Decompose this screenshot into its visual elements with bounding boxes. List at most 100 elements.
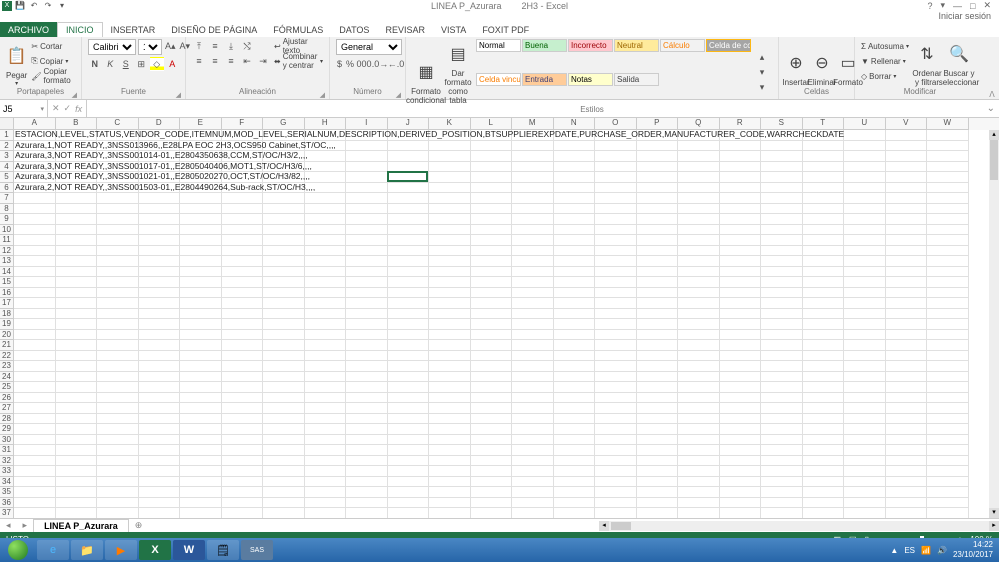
cell[interactable] xyxy=(678,172,720,183)
cell[interactable] xyxy=(139,508,181,518)
cell[interactable] xyxy=(263,393,305,404)
cut-button[interactable]: ✂Cortar xyxy=(31,39,75,53)
cell[interactable] xyxy=(471,151,513,162)
cell[interactable] xyxy=(263,267,305,278)
cell[interactable] xyxy=(222,225,264,236)
cell[interactable] xyxy=(637,351,679,362)
cell[interactable] xyxy=(512,288,554,299)
cell[interactable] xyxy=(388,403,430,414)
cell[interactable] xyxy=(56,487,98,498)
cell[interactable] xyxy=(761,487,803,498)
font-color-button[interactable]: A xyxy=(166,57,180,71)
cell[interactable] xyxy=(388,256,430,267)
cell[interactable] xyxy=(637,235,679,246)
cell[interactable] xyxy=(305,319,347,330)
row-header[interactable]: 20 xyxy=(0,330,14,341)
cell[interactable] xyxy=(97,309,139,320)
cell[interactable] xyxy=(346,424,388,435)
cell[interactable] xyxy=(56,498,98,509)
cell[interactable] xyxy=(512,151,554,162)
cell[interactable] xyxy=(803,288,845,299)
cell[interactable] xyxy=(844,424,886,435)
cell[interactable] xyxy=(720,508,762,518)
cell[interactable] xyxy=(14,487,56,498)
cell[interactable] xyxy=(139,393,181,404)
cell[interactable] xyxy=(637,298,679,309)
cell[interactable] xyxy=(761,372,803,383)
cell[interactable] xyxy=(844,214,886,225)
taskbar-explorer-icon[interactable]: 📁 xyxy=(71,540,103,560)
cell[interactable] xyxy=(346,151,388,162)
taskbar-ie-icon[interactable]: e xyxy=(37,540,69,560)
cell[interactable] xyxy=(222,277,264,288)
cell[interactable] xyxy=(56,214,98,225)
cell[interactable] xyxy=(803,456,845,467)
cell[interactable] xyxy=(678,267,720,278)
cell[interactable] xyxy=(56,330,98,341)
cell[interactable] xyxy=(429,141,471,152)
cell[interactable] xyxy=(346,361,388,372)
cell[interactable] xyxy=(346,172,388,183)
cell[interactable] xyxy=(678,319,720,330)
cell[interactable] xyxy=(720,141,762,152)
cell[interactable] xyxy=(388,246,430,257)
cell[interactable] xyxy=(346,340,388,351)
cell[interactable] xyxy=(97,214,139,225)
cell[interactable] xyxy=(595,141,637,152)
cell[interactable] xyxy=(761,498,803,509)
cell[interactable] xyxy=(637,403,679,414)
cell[interactable] xyxy=(720,214,762,225)
cell[interactable] xyxy=(139,414,181,425)
row-header[interactable]: 31 xyxy=(0,445,14,456)
cell[interactable] xyxy=(97,445,139,456)
cell[interactable] xyxy=(886,487,928,498)
cell[interactable] xyxy=(305,456,347,467)
cell[interactable] xyxy=(761,141,803,152)
cell[interactable] xyxy=(761,319,803,330)
cell[interactable] xyxy=(222,435,264,446)
cell[interactable] xyxy=(14,235,56,246)
cell[interactable] xyxy=(388,298,430,309)
cell[interactable] xyxy=(56,477,98,488)
cell[interactable] xyxy=(14,498,56,509)
cell[interactable] xyxy=(346,498,388,509)
cell[interactable] xyxy=(388,456,430,467)
cell[interactable] xyxy=(471,267,513,278)
cell[interactable] xyxy=(886,330,928,341)
cell[interactable] xyxy=(222,361,264,372)
cell-style-swatch[interactable]: Celda vincul... xyxy=(476,73,521,86)
tab-foxit-pdf[interactable]: Foxit PDF xyxy=(474,22,537,37)
sort-filter-button[interactable]: ⇅Ordenar y filtrar xyxy=(913,39,941,87)
cell[interactable] xyxy=(554,277,596,288)
cell[interactable] xyxy=(429,456,471,467)
cell[interactable] xyxy=(346,403,388,414)
cell[interactable] xyxy=(305,204,347,215)
cell[interactable] xyxy=(678,466,720,477)
cell[interactable] xyxy=(761,225,803,236)
cell[interactable] xyxy=(637,340,679,351)
cell[interactable] xyxy=(139,225,181,236)
cell[interactable] xyxy=(761,256,803,267)
cell[interactable] xyxy=(761,151,803,162)
cell[interactable] xyxy=(595,372,637,383)
cell[interactable] xyxy=(429,151,471,162)
cell[interactable] xyxy=(263,319,305,330)
row-header[interactable]: 17 xyxy=(0,298,14,309)
cell[interactable] xyxy=(637,288,679,299)
cell[interactable] xyxy=(678,498,720,509)
cell[interactable] xyxy=(512,309,554,320)
cell[interactable] xyxy=(761,393,803,404)
ribbon-opts-icon[interactable]: ▾ xyxy=(940,0,945,11)
cell[interactable] xyxy=(637,435,679,446)
cell[interactable] xyxy=(139,298,181,309)
cell[interactable] xyxy=(554,466,596,477)
cell[interactable] xyxy=(512,319,554,330)
cell[interactable] xyxy=(761,183,803,194)
merge-button[interactable]: ⬌Combinar y centrar▾ xyxy=(274,54,323,68)
cell[interactable] xyxy=(927,162,969,173)
cell[interactable] xyxy=(554,214,596,225)
cell[interactable] xyxy=(346,246,388,257)
cell[interactable] xyxy=(927,340,969,351)
row-header[interactable]: 18 xyxy=(0,309,14,320)
cell[interactable] xyxy=(97,340,139,351)
